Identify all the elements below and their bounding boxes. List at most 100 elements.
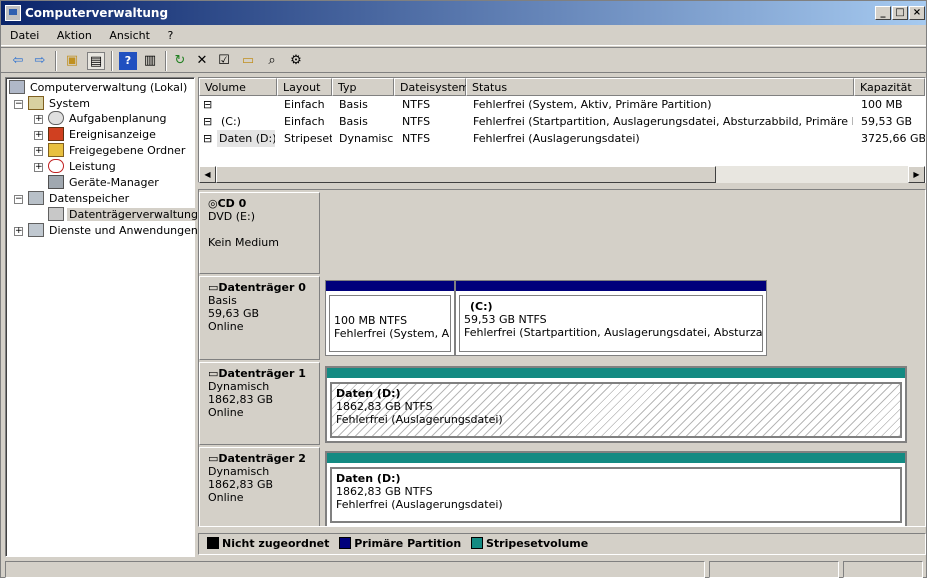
column-dateisystem[interactable]: Dateisystem <box>394 78 469 96</box>
status-pane <box>843 561 923 578</box>
settings-icon[interactable]: ⚙ <box>287 52 305 70</box>
details-pane: Volume Layout Typ Dateisystem Status Kap… <box>198 77 926 557</box>
app-window: Computerverwaltung _ □ × Datei Aktion An… <box>0 0 927 578</box>
column-status[interactable]: Status <box>466 78 854 96</box>
status-bar <box>1 559 926 578</box>
minimize-button[interactable]: _ <box>875 6 891 20</box>
toolbar-separator <box>55 51 57 71</box>
device-manager-icon <box>48 175 64 189</box>
tree-item-dienste[interactable]: Dienste und Anwendungen <box>28 223 200 239</box>
scroll-thumb[interactable] <box>216 166 716 183</box>
tree-item-system[interactable]: System <box>28 96 92 112</box>
search-icon[interactable]: ⌕ <box>263 52 281 70</box>
partition-c[interactable]: (C:) 59,53 GB NTFS Fehlerfrei (Startpart… <box>455 280 767 356</box>
collapse-toggle[interactable]: − <box>14 195 23 204</box>
partition-daten-d-2[interactable]: Daten (D:) 1862,83 GB NTFS Fehlerfrei (A… <box>325 451 907 526</box>
legend-swatch-primary <box>339 537 352 549</box>
tree-item-geraete-manager[interactable]: Geräte-Manager <box>48 175 161 191</box>
back-arrow-icon[interactable]: ⇦ <box>9 52 27 70</box>
expand-toggle[interactable]: + <box>34 131 43 140</box>
disk-icon: ▭ <box>208 281 219 294</box>
menu-datei[interactable]: Datei <box>3 26 46 46</box>
tree-item-leistung[interactable]: Leistung <box>48 159 118 175</box>
help-icon[interactable]: ? <box>119 52 137 70</box>
menu-aktion[interactable]: Aktion <box>50 26 99 46</box>
shared-folder-icon <box>48 143 64 157</box>
disk-icon: ▭ <box>208 452 219 465</box>
scroll-right-button[interactable]: ▶ <box>908 166 925 183</box>
horizontal-scrollbar[interactable]: ◀ ▶ <box>199 166 925 183</box>
legend: Nicht zugeordnet Primäre Partition Strip… <box>198 533 926 555</box>
expand-toggle[interactable]: + <box>34 163 43 172</box>
disk-management-icon <box>48 207 64 221</box>
expand-toggle[interactable]: + <box>34 147 43 156</box>
drive-icon: ⊟ <box>203 132 213 145</box>
column-kapazitaet[interactable]: Kapazität <box>854 78 925 96</box>
stripe-volume-bar <box>327 453 905 463</box>
menu-bar: Datei Aktion Ansicht ? <box>1 26 926 46</box>
cd-empty-area <box>322 192 925 274</box>
delete-icon[interactable]: ✕ <box>193 52 211 70</box>
computer-management-icon <box>5 5 21 21</box>
tree-item-datentraegerverwaltung[interactable]: Datenträgerverwaltung <box>48 207 200 223</box>
primary-partition-bar <box>326 281 454 291</box>
tree-item-datenspeicher[interactable]: Datenspeicher <box>28 191 131 207</box>
tree-item-freigegebene-ordner[interactable]: Freigegebene Ordner <box>48 143 187 159</box>
expand-toggle[interactable]: + <box>34 115 43 124</box>
toolbar: ⇦ ⇨ ▣ ▤ ? ▥ ↻ ✕ ☑ ▭ ⌕ ⚙ <box>1 47 926 73</box>
close-button[interactable]: × <box>909 6 925 20</box>
toolbar-separator <box>111 51 113 71</box>
properties-icon[interactable]: ☑ <box>215 52 233 70</box>
legend-swatch-unallocated <box>207 537 219 549</box>
partition-daten-d-1[interactable]: Daten (D:) 1862,83 GB NTFS Fehlerfrei (A… <box>325 366 907 443</box>
computer-icon <box>9 80 25 94</box>
disk-icon: ▭ <box>208 367 219 380</box>
legend-swatch-stripe <box>471 537 483 549</box>
column-layout[interactable]: Layout <box>277 78 332 96</box>
console-tree-icon[interactable]: ▤ <box>87 52 105 70</box>
volume-list: Volume Layout Typ Dateisystem Status Kap… <box>198 77 926 183</box>
tree-item-aufgabenplanung[interactable]: Aufgabenplanung <box>48 111 169 127</box>
services-icon <box>28 223 44 237</box>
stripe-volume-bar <box>327 368 905 378</box>
drive-icon: ⊟ <box>203 115 213 128</box>
tree-item-root[interactable]: Computerverwaltung (Lokal) <box>9 80 189 96</box>
disk-row-cd0: ◎CD 0 DVD (E:) Kein Medium <box>199 192 925 274</box>
event-viewer-icon <box>48 127 64 141</box>
disk-row-1: ▭Datenträger 1 Dynamisch 1862,83 GB Onli… <box>199 362 925 445</box>
performance-icon <box>48 159 64 173</box>
column-typ[interactable]: Typ <box>332 78 394 96</box>
collapse-toggle[interactable]: − <box>14 100 23 109</box>
window-title: Computerverwaltung <box>25 6 169 20</box>
tree-item-ereignisanzeige[interactable]: Ereignisanzeige <box>48 127 158 143</box>
tools-icon <box>28 96 44 110</box>
expand-toggle[interactable]: + <box>14 227 23 236</box>
disk-label[interactable]: ▭Datenträger 1 Dynamisch 1862,83 GB Onli… <box>199 362 320 445</box>
drive-icon: ⊟ <box>203 98 213 111</box>
storage-icon <box>28 191 44 205</box>
partition-system[interactable]: 100 MB NTFS Fehlerfrei (System, Aktiv <box>325 280 455 356</box>
menu-ansicht[interactable]: Ansicht <box>102 26 157 46</box>
up-folder-icon[interactable]: ▣ <box>63 52 81 70</box>
column-volume[interactable]: Volume <box>199 78 277 96</box>
cd-drive-icon: ◎ <box>208 197 218 210</box>
primary-partition-bar <box>456 281 766 291</box>
disk-map: ◎CD 0 DVD (E:) Kein Medium ▭Datenträger … <box>198 189 926 527</box>
open-folder-icon[interactable]: ▭ <box>239 52 257 70</box>
disk-row-2: ▭Datenträger 2 Dynamisch 1862,83 GB Onli… <box>199 447 925 526</box>
menu-help[interactable]: ? <box>160 26 180 46</box>
disk-label[interactable]: ▭Datenträger 2 Dynamisch 1862,83 GB Onli… <box>199 447 320 526</box>
scroll-left-button[interactable]: ◀ <box>199 166 216 183</box>
disk-label[interactable]: ◎CD 0 DVD (E:) Kein Medium <box>199 192 320 274</box>
maximize-button[interactable]: □ <box>892 6 908 20</box>
status-pane <box>709 561 839 578</box>
disk-row-0: ▭Datenträger 0 Basis 59,63 GB Online 100… <box>199 276 925 360</box>
title-bar: Computerverwaltung _ □ × <box>1 1 926 25</box>
toolbar-separator <box>165 51 167 71</box>
refresh-icon[interactable]: ↻ <box>171 52 189 70</box>
disk-label[interactable]: ▭Datenträger 0 Basis 59,63 GB Online <box>199 276 320 360</box>
properties-pane-icon[interactable]: ▥ <box>141 52 159 70</box>
status-pane-main <box>5 561 705 578</box>
clock-icon <box>48 111 64 125</box>
forward-arrow-icon[interactable]: ⇨ <box>31 52 49 70</box>
